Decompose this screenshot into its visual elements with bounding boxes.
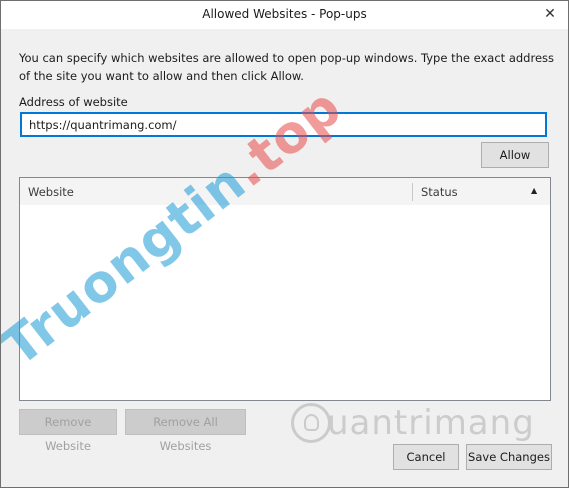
allow-button[interactable]: Allow	[481, 142, 549, 168]
title-bar: Allowed Websites - Pop-ups ✕	[1, 1, 568, 29]
column-header-status[interactable]: Status	[421, 185, 458, 199]
table-body[interactable]	[20, 205, 550, 400]
column-separator[interactable]	[412, 183, 413, 201]
save-changes-button[interactable]: Save Changes	[466, 444, 552, 470]
dialog-window: Allowed Websites - Pop-ups ✕ You can spe…	[0, 0, 569, 488]
watermark-quantrimang-text: uantrimang	[327, 403, 535, 443]
cancel-button[interactable]: Cancel	[393, 444, 459, 470]
websites-table: Website Status ▲	[19, 177, 551, 401]
table-header: Website Status ▲	[20, 178, 550, 205]
close-icon[interactable]: ✕	[538, 4, 562, 24]
column-header-website[interactable]: Website	[28, 185, 74, 199]
description-text: You can specify which websites are allow…	[19, 51, 555, 83]
window-title: Allowed Websites - Pop-ups	[202, 7, 367, 21]
remove-all-websites-button[interactable]: Remove All Websites	[125, 409, 246, 453]
lightbulb-icon	[291, 403, 331, 443]
sort-ascending-icon: ▲	[531, 186, 538, 195]
address-input[interactable]	[20, 112, 547, 137]
remove-website-button[interactable]: Remove Website	[19, 409, 117, 453]
address-label: Address of website	[19, 95, 128, 109]
